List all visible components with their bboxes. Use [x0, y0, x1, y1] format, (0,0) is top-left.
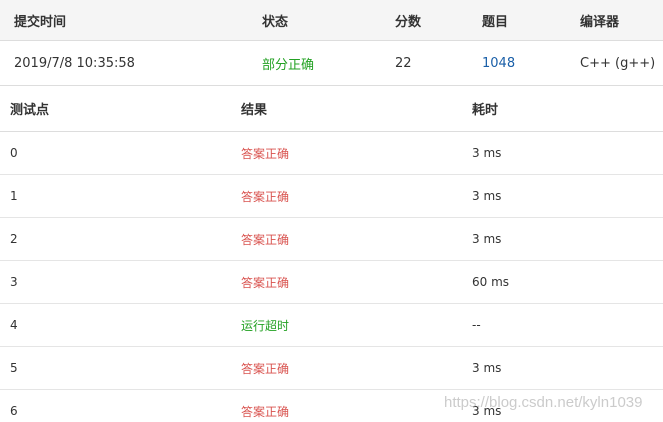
- testcase-id: 3: [10, 275, 18, 289]
- testcase-result: 运行超时: [241, 318, 290, 333]
- testcase-time: 3 ms: [472, 404, 502, 418]
- testcase-id: 1: [10, 189, 18, 203]
- testcase-table-header: 测试点 结果 耗时: [0, 86, 663, 132]
- testcase-time: --: [472, 318, 481, 332]
- header-score: 分数: [395, 14, 422, 30]
- header-testcase-id: 测试点: [10, 103, 50, 118]
- status-partial-correct: 部分正确: [262, 57, 315, 73]
- testcase-result: 答案正确: [241, 232, 290, 247]
- table-row: 6 答案正确 3 ms: [0, 390, 663, 422]
- testcase-time: 3 ms: [472, 232, 502, 246]
- problem-link[interactable]: 1048: [482, 56, 515, 71]
- submission-table-header: 提交时间 状态 分数 题目 编译器: [0, 0, 663, 41]
- testcase-result: 答案正确: [241, 361, 290, 376]
- table-row: 4 运行超时 --: [0, 304, 663, 347]
- testcase-time: 60 ms: [472, 275, 510, 289]
- testcase-id: 5: [10, 361, 18, 375]
- score-value: 22: [395, 55, 412, 71]
- testcase-id: 2: [10, 232, 18, 246]
- testcase-list: 0 答案正确 3 ms 1 答案正确 3 ms 2 答案正确 3 ms 3 答案…: [0, 132, 663, 422]
- testcase-id: 4: [10, 318, 18, 332]
- testcase-result: 答案正确: [241, 189, 290, 204]
- compiler-value: C++ (g++): [580, 55, 656, 71]
- table-row: 0 答案正确 3 ms: [0, 132, 663, 175]
- table-row: 3 答案正确 60 ms: [0, 261, 663, 304]
- testcase-time: 3 ms: [472, 189, 502, 203]
- header-submit-time: 提交时间: [14, 14, 67, 30]
- testcase-time: 3 ms: [472, 361, 502, 375]
- table-row: 5 答案正确 3 ms: [0, 347, 663, 390]
- testcase-time: 3 ms: [472, 146, 502, 160]
- problem-cell: 1048: [482, 41, 515, 85]
- header-compiler: 编译器: [580, 14, 620, 30]
- testcase-result: 答案正确: [241, 146, 290, 161]
- header-status: 状态: [262, 14, 289, 30]
- table-row: 1 答案正确 3 ms: [0, 175, 663, 218]
- testcase-id: 6: [10, 404, 18, 418]
- submission-row: 2019/7/8 10:35:58 部分正确 22 1048 C++ (g++): [0, 41, 663, 86]
- testcase-id: 0: [10, 146, 18, 160]
- testcase-result: 答案正确: [241, 275, 290, 290]
- submit-time: 2019/7/8 10:35:58: [14, 55, 135, 71]
- submission-page: 提交时间 状态 分数 题目 编译器 2019/7/8 10:35:58 部分正确…: [0, 0, 663, 422]
- header-result: 结果: [241, 103, 268, 118]
- header-problem: 题目: [482, 14, 509, 30]
- table-row: 2 答案正确 3 ms: [0, 218, 663, 261]
- header-elapsed-time: 耗时: [472, 103, 499, 118]
- testcase-result: 答案正确: [241, 404, 290, 419]
